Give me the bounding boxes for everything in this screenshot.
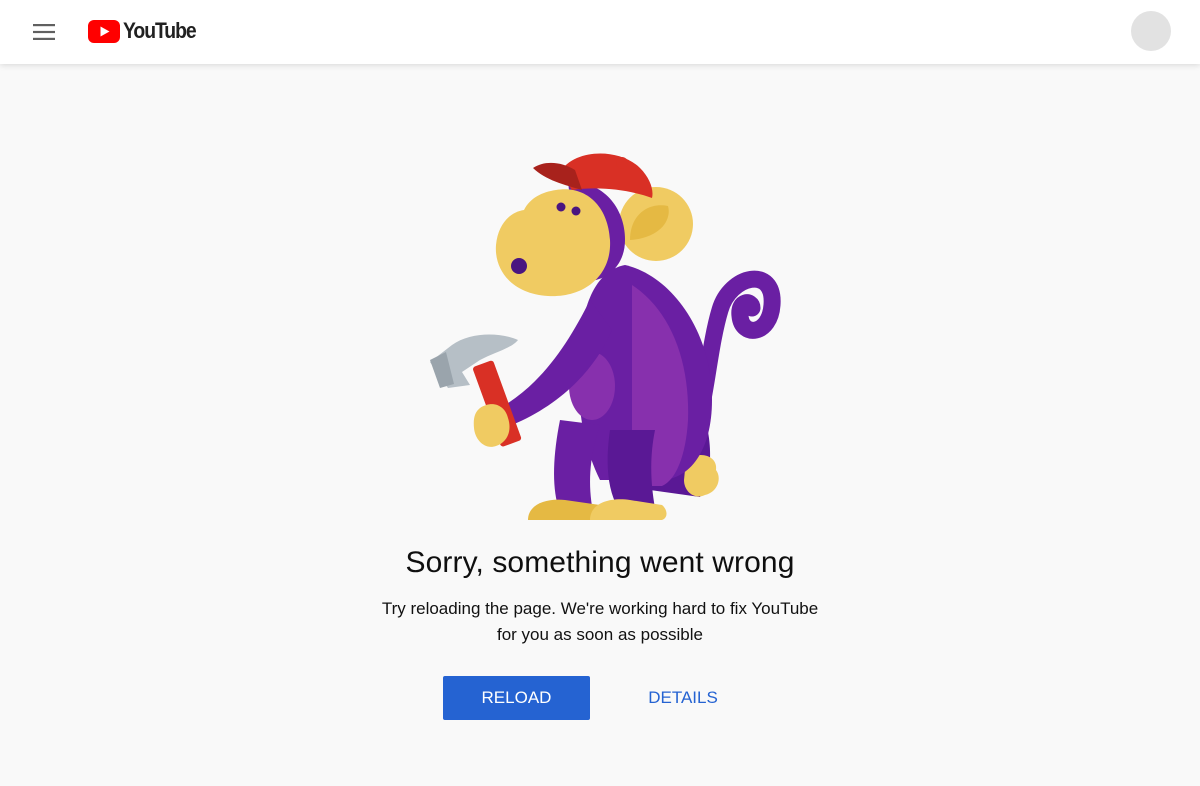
youtube-logo[interactable]: YouTube [88, 18, 205, 44]
error-title: Sorry, something went wrong [405, 546, 795, 579]
reload-button[interactable]: RELOAD [443, 676, 590, 720]
youtube-play-icon [88, 19, 120, 43]
hamburger-menu-icon [33, 24, 55, 40]
error-message-line-1: Try reloading the page. We're working ha… [381, 599, 819, 618]
logo-wordmark: YouTube [123, 18, 197, 43]
error-message: Try reloading the page. We're working ha… [0, 596, 1200, 648]
monkey-with-hammer-illustration [430, 153, 781, 520]
details-button[interactable]: DETAILS [620, 676, 746, 720]
avatar[interactable] [1131, 11, 1171, 51]
top-bar: YouTube [0, 0, 1200, 64]
error-message-line-2: for you as soon as possible [496, 625, 703, 644]
menu-button[interactable] [24, 12, 64, 52]
